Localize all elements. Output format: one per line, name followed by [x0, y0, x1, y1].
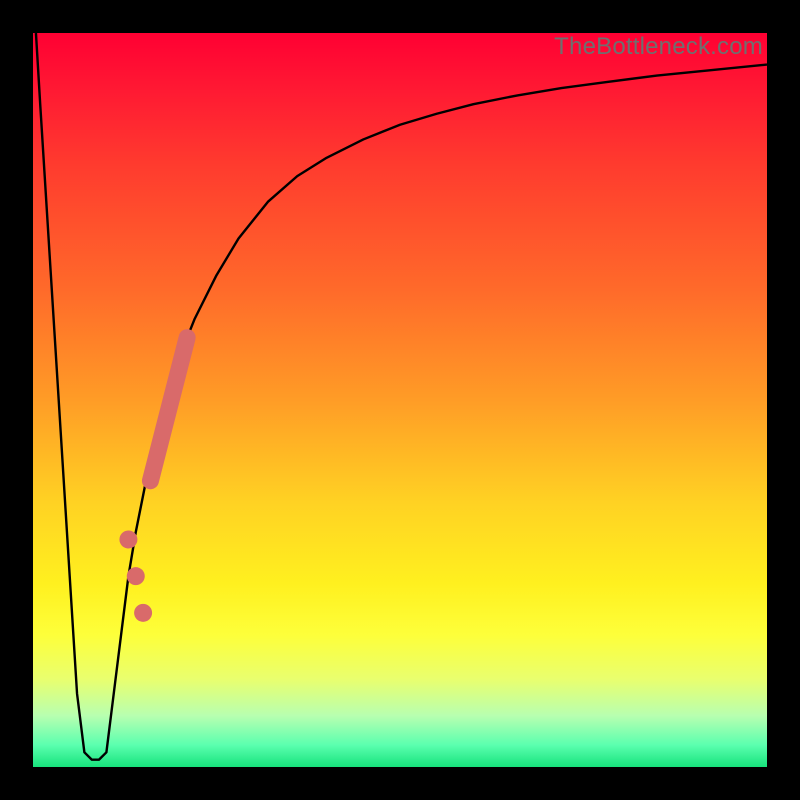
curve-layer	[33, 33, 767, 767]
chart-frame: TheBottleneck.com	[0, 0, 800, 800]
highlight-thick-segment	[150, 338, 187, 481]
highlight-dot	[119, 530, 137, 548]
plot-area: TheBottleneck.com	[33, 33, 767, 767]
watermark-text: TheBottleneck.com	[554, 33, 763, 61]
highlight-dot	[134, 604, 152, 622]
bottleneck-curve	[36, 33, 767, 760]
highlight-dot	[127, 567, 145, 585]
